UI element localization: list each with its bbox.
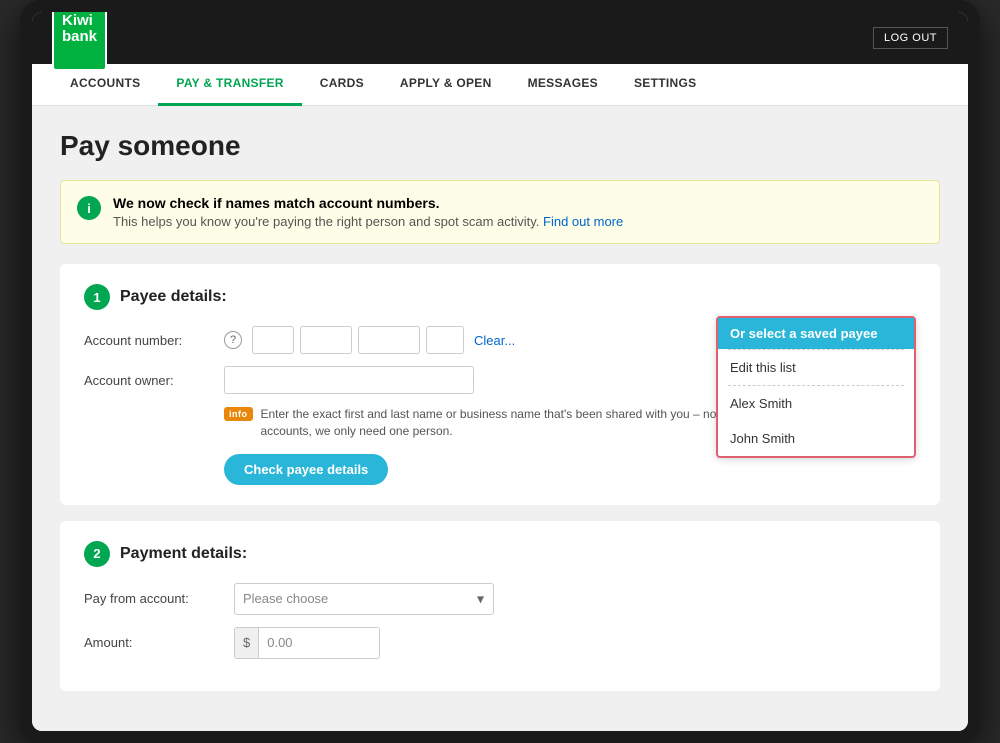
pay-from-row: Pay from account: Please choose — [84, 583, 916, 615]
section1-number: 1 — [84, 284, 110, 310]
page-title: Pay someone — [60, 130, 940, 162]
section1-header: 1 Payee details: — [84, 284, 916, 310]
logo-box: Kiwibank. — [52, 12, 107, 71]
screen: Kiwibank. LOG OUT ACCOUNTS PAY & TRANSFE… — [32, 12, 968, 731]
section2-header: 2 Payment details: — [84, 541, 916, 567]
info-banner-description: This helps you know you're paying the ri… — [113, 214, 623, 229]
tablet-frame: Kiwibank. LOG OUT ACCOUNTS PAY & TRANSFE… — [20, 0, 980, 743]
amount-input[interactable] — [259, 628, 379, 658]
select-saved-payee-button[interactable]: Or select a saved payee — [718, 318, 914, 349]
logo-text: Kiwibank. — [62, 13, 97, 64]
nav-item-cards[interactable]: CARDS — [302, 64, 382, 106]
logo: Kiwibank. — [52, 12, 107, 71]
nav-item-messages[interactable]: MESSAGES — [510, 64, 616, 106]
page-content: Pay someone i We now check if names matc… — [32, 106, 968, 731]
info-banner: i We now check if names match account nu… — [60, 180, 940, 244]
account-input-branch[interactable] — [300, 326, 352, 354]
edit-list-item[interactable]: Edit this list — [718, 350, 914, 385]
section2-title: Payment details: — [120, 545, 247, 563]
top-bar: Kiwibank. LOG OUT — [32, 12, 968, 64]
account-owner-label: Account owner: — [84, 373, 214, 388]
section1-title: Payee details: — [120, 288, 227, 306]
nav-item-accounts[interactable]: ACCOUNTS — [52, 64, 158, 106]
nav-item-pay-transfer[interactable]: PAY & TRANSFER — [158, 64, 301, 106]
info-banner-title: We now check if names match account numb… — [113, 195, 623, 211]
info-circle-icon: i — [77, 196, 101, 220]
pay-from-select-wrapper: Please choose — [234, 583, 494, 615]
saved-payee-dropdown: Or select a saved payee Edit this list A… — [716, 316, 916, 458]
account-owner-input[interactable] — [224, 366, 474, 394]
find-out-more-link[interactable]: Find out more — [543, 214, 623, 229]
payee-details-section: 1 Payee details: Account number: ? Clear… — [60, 264, 940, 505]
amount-label: Amount: — [84, 635, 224, 650]
payment-details-section: 2 Payment details: Pay from account: Ple… — [60, 521, 940, 691]
nav-item-apply-open[interactable]: APPLY & OPEN — [382, 64, 510, 106]
pay-from-select[interactable]: Please choose — [234, 583, 494, 615]
section2-number: 2 — [84, 541, 110, 567]
logout-button[interactable]: LOG OUT — [873, 27, 948, 49]
amount-prefix: $ — [235, 628, 259, 658]
amount-row: Amount: $ — [84, 627, 916, 659]
account-input-bank[interactable] — [252, 326, 294, 354]
help-icon[interactable]: ? — [224, 331, 242, 349]
check-payee-button[interactable]: Check payee details — [224, 454, 388, 485]
nav-item-settings[interactable]: SETTINGS — [616, 64, 714, 106]
main-nav: ACCOUNTS PAY & TRANSFER CARDS APPLY & OP… — [32, 64, 968, 106]
amount-wrapper: $ — [234, 627, 380, 659]
info-badge: info — [224, 407, 253, 421]
info-banner-text: We now check if names match account numb… — [113, 195, 623, 229]
clear-link[interactable]: Clear... — [474, 333, 515, 348]
account-input-number[interactable] — [358, 326, 420, 354]
account-input-suffix[interactable] — [426, 326, 464, 354]
payee-alex-smith[interactable]: Alex Smith — [718, 386, 914, 421]
account-number-label: Account number: — [84, 333, 214, 348]
pay-from-label: Pay from account: — [84, 591, 224, 606]
account-inputs — [252, 326, 464, 354]
payee-john-smith[interactable]: John Smith — [718, 421, 914, 456]
